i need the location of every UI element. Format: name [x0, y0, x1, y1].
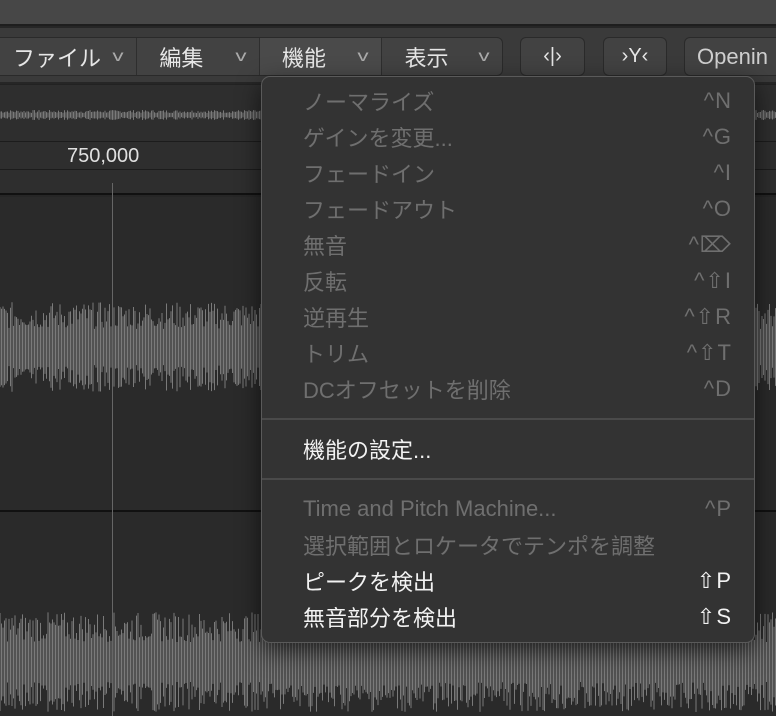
menu-item[interactable]: フェードアウト ^O [262, 191, 754, 227]
menu-item[interactable]: DCオフセットを削除 ^D [262, 371, 754, 407]
menu-item[interactable]: トリム ^⇧T [262, 335, 754, 371]
shortcut-label: ^O [702, 196, 732, 221]
title-bar [0, 0, 776, 26]
shortcut-label: ^⇧T [686, 340, 732, 365]
chevron-down-icon: v [357, 47, 370, 65]
split-icon: ‹|› [543, 45, 562, 67]
shortcut-label: ^G [702, 124, 732, 149]
file-menu-button[interactable]: ファイル v [0, 38, 138, 75]
menu-item[interactable]: フェードイン ^I [262, 155, 754, 191]
menu-item-label: 選択範囲とロケータでテンポを調整 [303, 534, 656, 559]
menu-item[interactable]: 無音部分を検出 ⇧S [262, 599, 754, 635]
view-menu-button[interactable]: 表示 v [382, 38, 502, 75]
catch-playhead-button[interactable]: ›Y‹ [603, 37, 667, 76]
shortcut-label: ^I [713, 160, 732, 185]
menu-item[interactable]: 逆再生 ^⇧R [262, 299, 754, 335]
menu-item-label: 機能の設定... [303, 438, 432, 463]
menu-item[interactable]: ノーマライズ ^N [262, 83, 754, 119]
functions-dropdown-menu: ノーマライズ ^N ゲインを変更... ^G フェードイン ^I フェードアウト ^O 無音 ^⌦… [261, 76, 755, 643]
shortcut-label: ^N [703, 88, 732, 113]
functions-menu-button[interactable]: 機能 v [259, 38, 383, 75]
open-button[interactable]: Openin [684, 37, 776, 76]
menu-item-label: フェードアウト [303, 198, 458, 223]
menu-item-label: ゲインを変更... [303, 126, 453, 151]
menu-button-group: ファイル v 編集 v 機能 v 表示 v [0, 37, 503, 76]
menu-item-function-settings[interactable]: 機能の設定... [262, 431, 754, 467]
menu-item[interactable]: 選択範囲とロケータでテンポを調整 [262, 527, 754, 563]
menu-item[interactable]: Time and Pitch Machine... ^P [262, 491, 754, 527]
shortcut-label: ^P [705, 496, 732, 521]
shortcut-label: ^D [703, 376, 732, 401]
ruler-label: 750,000 [67, 145, 140, 167]
menu-item-label: DCオフセットを削除 [303, 378, 511, 403]
shortcut-label: ⇧S [696, 604, 732, 629]
shortcut-label: ^⇧R [684, 304, 732, 329]
shortcut-label: ^⇧I [694, 268, 732, 293]
catch-icon: ›Y‹ [621, 45, 649, 67]
playhead[interactable] [112, 183, 113, 716]
menu-item-label: 無音部分を検出 [303, 606, 458, 631]
edit-menu-button[interactable]: 編集 v [137, 38, 260, 75]
toolbar: ファイル v 編集 v 機能 v 表示 v ‹|› ›Y‹ Openin [0, 28, 776, 82]
menu-item[interactable]: 無音 ^⌦ [262, 227, 754, 263]
menu-item-label: ノーマライズ [303, 90, 435, 115]
shortcut-label: ^⌦ [688, 232, 732, 257]
functions-menu-label: 機能 [281, 45, 326, 71]
menu-item-label: ピークを検出 [303, 570, 436, 595]
menu-item-label: 逆再生 [303, 306, 370, 331]
menu-separator [262, 478, 754, 480]
shortcut-label: ⇧P [696, 568, 732, 593]
menu-item-label: Time and Pitch Machine... [303, 496, 557, 521]
split-button[interactable]: ‹|› [520, 37, 585, 76]
chevron-down-icon: v [235, 47, 247, 65]
chevron-down-icon: v [112, 47, 125, 65]
menu-item-label: フェードイン [303, 162, 436, 187]
open-button-label: Openin [697, 43, 768, 69]
view-menu-label: 表示 [404, 45, 449, 71]
menu-separator [262, 418, 754, 420]
menu-item-label: 無音 [303, 234, 348, 259]
file-menu-label: ファイル [13, 45, 102, 71]
menu-item[interactable]: ゲインを変更... ^G [262, 119, 754, 155]
menu-item-label: 反転 [303, 270, 348, 295]
chevron-down-icon: v [478, 47, 490, 65]
edit-menu-label: 編集 [159, 45, 204, 71]
menu-item[interactable]: ピークを検出 ⇧P [262, 563, 754, 599]
menu-item[interactable]: 反転 ^⇧I [262, 263, 754, 299]
menu-item-label: トリム [303, 342, 370, 367]
